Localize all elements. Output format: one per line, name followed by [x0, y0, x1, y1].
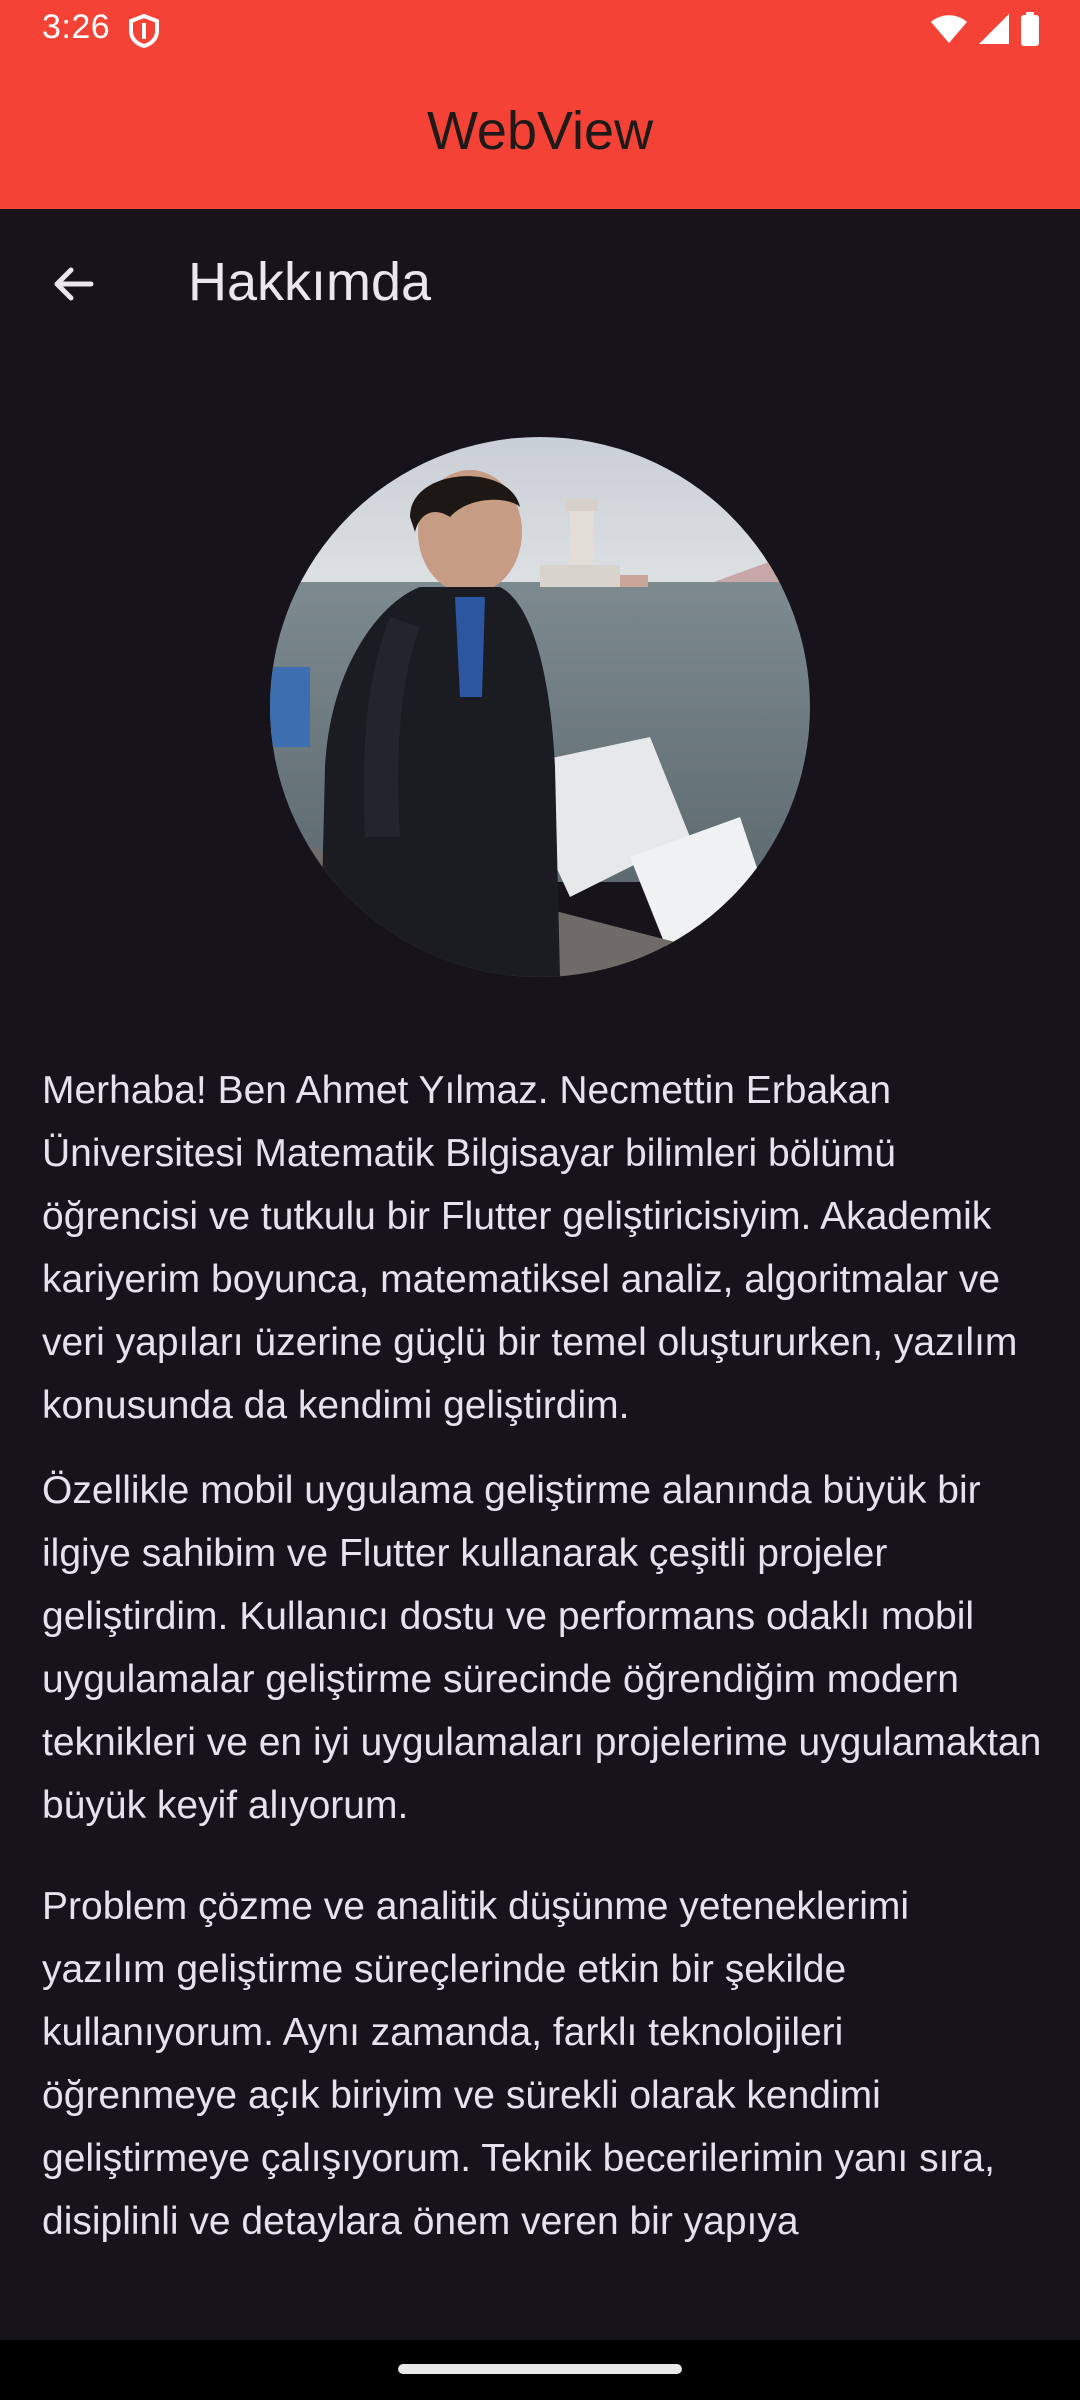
- profile-photo: [270, 437, 810, 977]
- paragraph-mobile: Özellikle mobil uygulama geliştirme alan…: [42, 1469, 1042, 1827]
- battery-icon: [1020, 11, 1040, 51]
- app-title: WebView: [426, 101, 654, 161]
- avatar: [270, 437, 810, 977]
- wifi-icon: [930, 14, 968, 49]
- status-icons: [930, 11, 1040, 51]
- paragraph-skills: Problem çözme ve analitik düşünme yetene…: [42, 1885, 995, 2243]
- home-handle[interactable]: [398, 2364, 682, 2374]
- paragraph-intro: Merhaba! Ben Ahmet Yılmaz. Necmettin Erb…: [42, 1069, 1018, 1427]
- page-title: Hakkımda: [188, 252, 432, 312]
- arrow-back-icon: [54, 267, 94, 301]
- navigation-bar: [0, 2340, 1080, 2400]
- webview-content[interactable]: Hakkımda Merhaba! Ben Ahmet Yılmaz. Necm…: [0, 209, 1080, 2340]
- status-bar: 3:26: [0, 0, 1080, 62]
- status-time: 3:26: [42, 8, 111, 46]
- content-clip: [0, 2293, 1080, 2340]
- about-text: Merhaba! Ben Ahmet Yılmaz. Necmettin Erb…: [42, 1059, 1042, 2275]
- top-bar: 3:26 WebView: [0, 0, 1080, 209]
- back-button[interactable]: [40, 251, 106, 317]
- shield-icon: [128, 13, 160, 49]
- signal-icon: [978, 13, 1010, 50]
- page-header: Hakkımda: [0, 209, 1080, 359]
